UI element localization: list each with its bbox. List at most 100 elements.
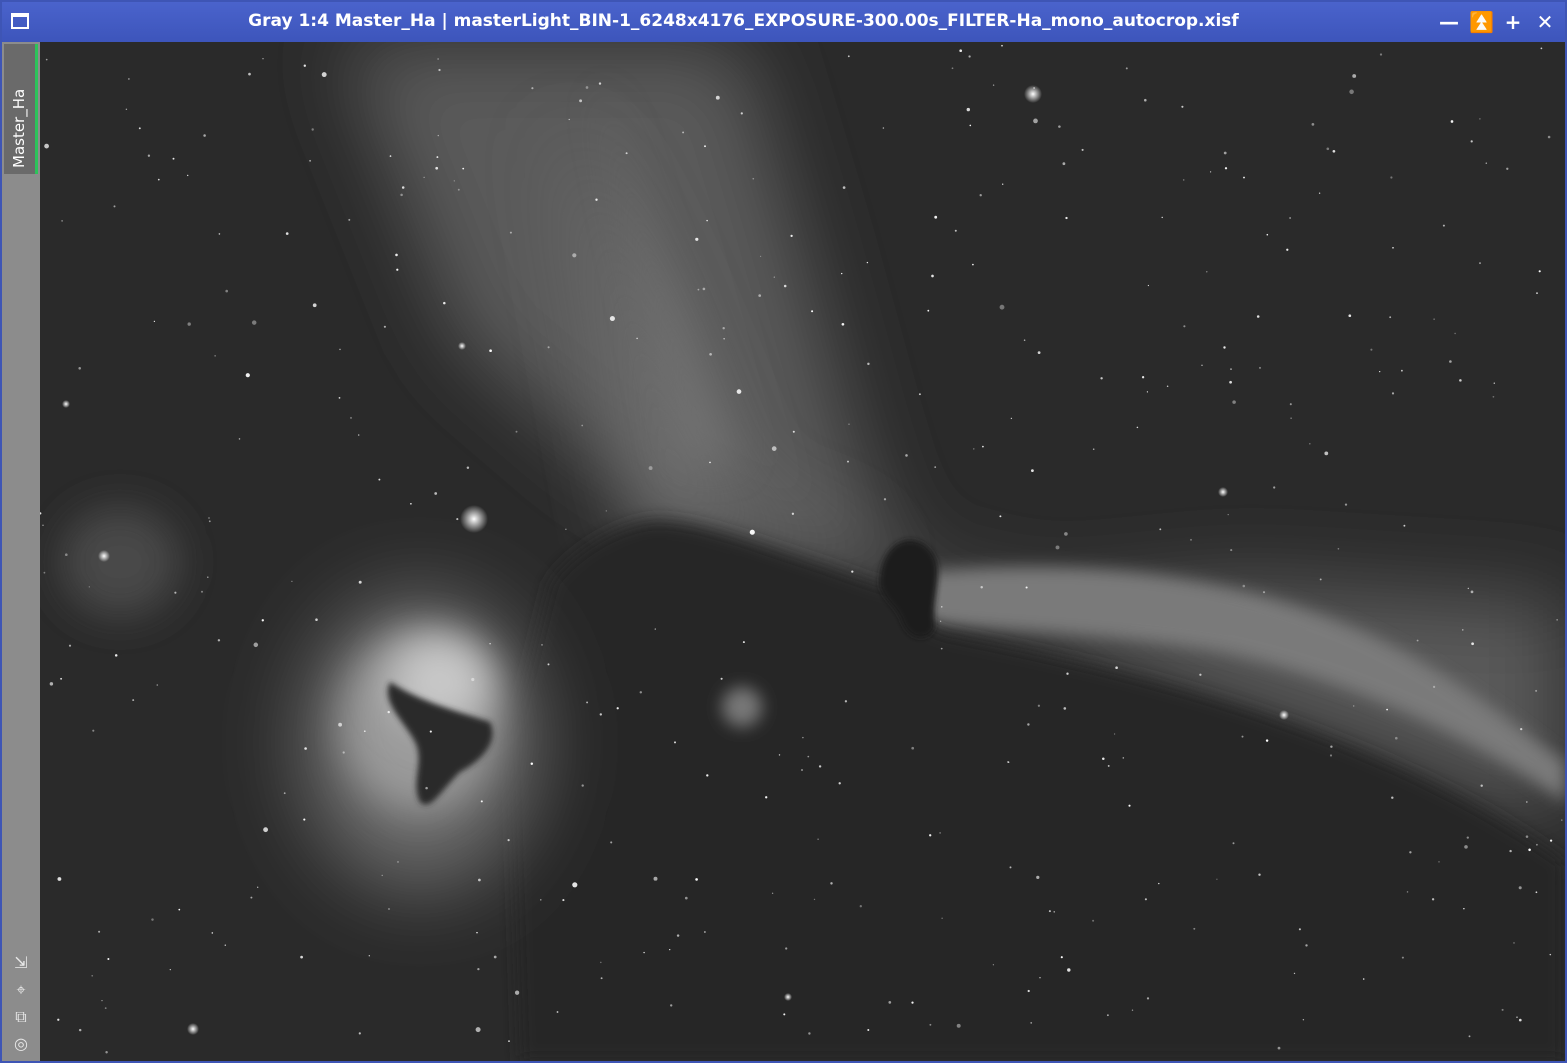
star [132, 699, 135, 702]
window-icon[interactable] [11, 13, 29, 29]
star [625, 152, 628, 155]
star [742, 641, 745, 644]
shade-button[interactable]: ⏫ [1469, 9, 1494, 35]
target-icon[interactable]: ◎ [11, 1034, 31, 1053]
star [1433, 318, 1435, 320]
star [1146, 391, 1148, 393]
star [927, 309, 930, 312]
star [959, 49, 963, 53]
star [1535, 891, 1538, 894]
star [339, 348, 341, 351]
star [951, 67, 954, 70]
star [1344, 503, 1348, 506]
star [1266, 233, 1269, 236]
star [598, 82, 602, 85]
fit-view-icon[interactable]: ⌖ [11, 980, 31, 999]
star [648, 466, 653, 471]
star [702, 287, 706, 291]
star [867, 1028, 870, 1032]
star [261, 619, 264, 622]
star [1501, 1008, 1504, 1011]
star [410, 502, 412, 505]
star [1401, 956, 1404, 959]
star [841, 322, 845, 326]
resize-icon[interactable]: ⇲ [11, 953, 31, 972]
star [1243, 176, 1245, 179]
star [437, 134, 439, 137]
star [1450, 120, 1454, 123]
bright-star [1024, 85, 1042, 103]
clone-view-icon[interactable]: ⧉ [11, 1007, 31, 1026]
star [1209, 171, 1212, 173]
star [480, 800, 483, 803]
star [43, 571, 46, 574]
star [760, 255, 762, 257]
star [999, 515, 1002, 518]
reflection-nebula [722, 687, 762, 727]
star [1535, 689, 1538, 692]
maximize-button[interactable]: + [1501, 9, 1525, 35]
star [790, 234, 793, 238]
star [187, 174, 189, 177]
star [45, 58, 48, 61]
star [643, 951, 645, 954]
star [1009, 866, 1012, 869]
star [709, 352, 712, 356]
star [817, 838, 819, 840]
image-viewport[interactable] [40, 42, 1565, 1061]
star [342, 751, 345, 754]
star [1182, 179, 1185, 181]
flame-nebula [300, 592, 540, 892]
star [585, 86, 589, 89]
star [105, 1050, 108, 1054]
star [1324, 451, 1329, 456]
star [749, 529, 755, 535]
star [1464, 845, 1468, 849]
star [1289, 217, 1291, 219]
star [1136, 426, 1139, 429]
minimize-button[interactable]: — [1437, 9, 1461, 35]
star [348, 218, 351, 221]
star [1053, 911, 1055, 913]
star [238, 438, 241, 440]
star [153, 320, 156, 323]
star [709, 461, 711, 464]
tab-master-ha[interactable]: Master_Ha [4, 44, 38, 174]
star [88, 586, 90, 588]
star [568, 118, 570, 121]
bright-star [458, 342, 466, 350]
star [1259, 366, 1261, 369]
star [1001, 44, 1003, 47]
star [1311, 123, 1315, 126]
star [253, 642, 259, 648]
star [493, 955, 497, 959]
star [245, 373, 250, 378]
star [178, 908, 181, 911]
star [1007, 760, 1010, 764]
star [1265, 739, 1269, 742]
star [1525, 835, 1529, 838]
close-button[interactable]: ✕ [1533, 9, 1557, 35]
star [462, 167, 465, 170]
star [1513, 942, 1515, 944]
star [572, 882, 578, 888]
star [1485, 162, 1488, 164]
star [1392, 247, 1394, 249]
star [999, 304, 1005, 310]
star [225, 289, 228, 293]
star [57, 877, 62, 881]
star [848, 423, 850, 425]
star [939, 620, 942, 622]
star [941, 606, 943, 608]
title-bar[interactable]: Gray 1:4 Master_Ha | masterLight_BIN-1_6… [2, 2, 1565, 42]
star [1190, 538, 1192, 541]
star [1337, 548, 1340, 550]
star [706, 774, 709, 777]
star [918, 393, 921, 396]
star [968, 55, 971, 58]
star [813, 898, 816, 901]
star [600, 977, 603, 980]
star [562, 899, 565, 902]
star [309, 159, 312, 162]
star [982, 445, 984, 448]
